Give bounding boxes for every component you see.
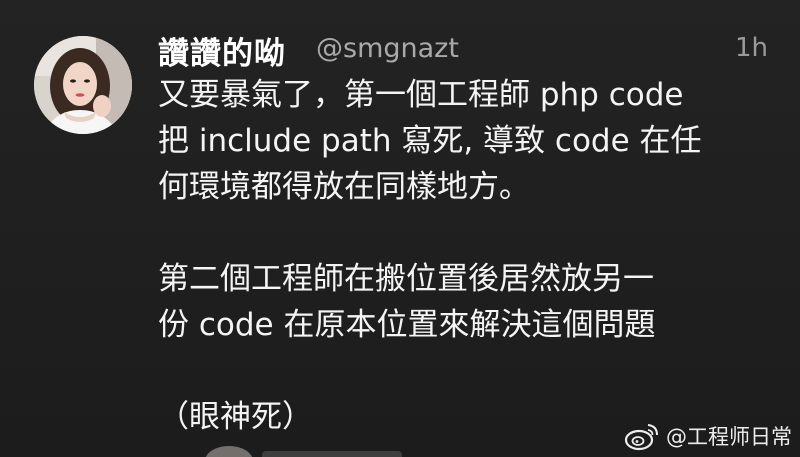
user-handle[interactable]: @smgnazt	[316, 33, 459, 64]
timestamp[interactable]: 1h	[735, 33, 768, 63]
tweet-text-line: 把 include path 寫死, 導致 code 在任	[158, 123, 702, 159]
tweet-text-line	[158, 210, 778, 256]
tweet-text-line	[158, 348, 778, 394]
tweet-header: 讚讚的呦 @smgnazt 1h	[158, 24, 770, 72]
tweet-text-line: 何環境都得放在同樣地方。	[158, 169, 530, 205]
avatar-photo-icon	[34, 36, 132, 134]
watermark-text: @工程师日常	[666, 425, 792, 449]
weibo-logo-icon	[624, 424, 658, 451]
tweet-card[interactable]: 讚讚的呦 @smgnazt 1h 又要暴氣了，第一個工程師 php code 把…	[0, 0, 800, 457]
tweet-text-line: 又要暴氣了，第一個工程師 php code	[158, 77, 684, 113]
next-tweet-preview	[262, 451, 402, 457]
display-name[interactable]: 讚讚的呦	[158, 28, 286, 73]
tweet-text-line: 份 code 在原本位置來解決這個問題	[158, 307, 656, 343]
watermark: @工程师日常	[624, 421, 792, 451]
next-tweet-avatar[interactable]	[205, 446, 253, 457]
tweet-text: 又要暴氣了，第一個工程師 php code 把 include path 寫死,…	[158, 72, 778, 440]
tweet-text-line: 第二個工程師在搬位置後居然放另一	[158, 261, 654, 297]
avatar[interactable]	[34, 36, 132, 134]
